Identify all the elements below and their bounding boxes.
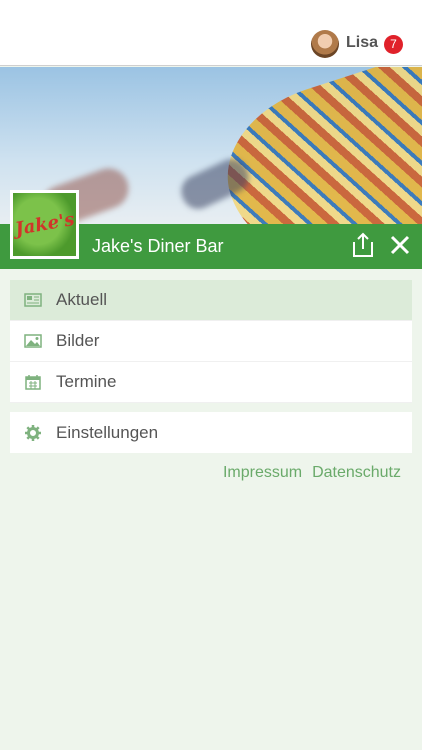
user-name[interactable]: Lisa [346,34,378,52]
footer-links: Impressum Datenschutz [223,464,401,482]
venue-logo: Jake's [10,190,79,259]
top-bar: Lisa 7 [0,0,422,66]
gear-icon [24,424,42,442]
notification-badge[interactable]: 7 [384,35,403,54]
calendar-icon [24,373,42,391]
impressum-link[interactable]: Impressum [223,464,302,482]
menu-item-label: Bilder [56,331,100,350]
venue-title: Jake's Diner Bar [92,236,224,256]
menu-item-label: Termine [56,372,117,391]
newspaper-icon [24,291,42,309]
carousel-ride-graphic [207,67,422,224]
menu-item-label: Einstellungen [56,422,159,442]
menu-item-label: Aktuell [56,290,108,309]
menu-item-einstellungen[interactable]: Einstellungen [10,412,412,453]
settings-menu: Einstellungen [10,412,412,453]
menu-item-termine[interactable]: Termine [10,362,412,403]
main-menu: Aktuell Bilder Termine [10,280,412,403]
menu-item-aktuell[interactable]: Aktuell [10,280,412,321]
user-avatar[interactable] [311,30,339,58]
datenschutz-link[interactable]: Datenschutz [312,464,401,482]
image-icon [24,332,42,350]
menu-item-bilder[interactable]: Bilder [10,321,412,362]
logo-text: Jake's [13,208,76,241]
share-icon[interactable] [352,232,374,258]
close-icon[interactable] [389,232,411,258]
